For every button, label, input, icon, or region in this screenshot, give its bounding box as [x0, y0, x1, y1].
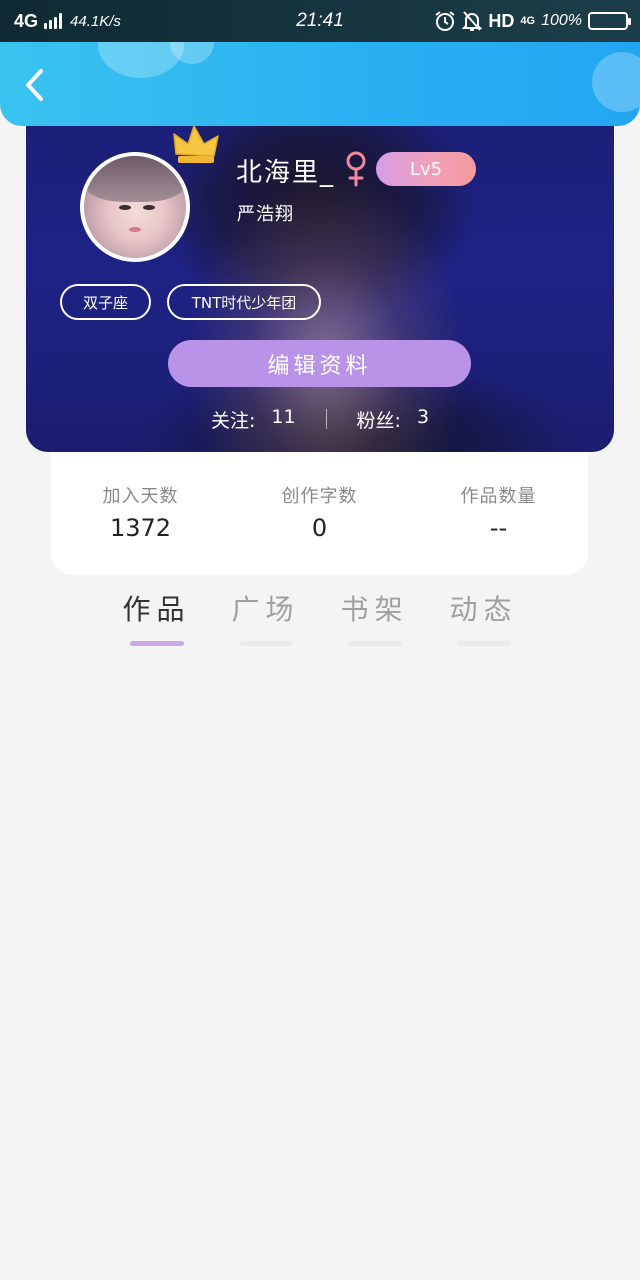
following-label: 关注: [210, 409, 256, 432]
followers-label: 粉丝: [356, 409, 401, 432]
tab-label: 书架 [340, 593, 409, 626]
tab-indicator [347, 641, 402, 646]
tab-indicator [456, 641, 511, 646]
tab-label: 作品 [122, 593, 191, 626]
status-bar: 4G 44.1K/s 21:41 HD 4G 100% [0, 0, 640, 42]
signal-icon [44, 13, 63, 29]
following-link[interactable]: 关注: 11 [211, 406, 296, 433]
tab-works[interactable]: 作品 [102, 588, 211, 658]
avatar[interactable] [80, 152, 190, 262]
tag-zodiac[interactable]: 双子座 [60, 284, 151, 320]
network-type: 4G [14, 10, 39, 31]
tab-label: 广场 [231, 593, 300, 626]
tab-label: 动态 [449, 593, 518, 626]
stat-label: 加入天数 [102, 486, 179, 507]
stat-label: 作品数量 [460, 486, 537, 507]
back-button[interactable] [18, 68, 52, 102]
sub-network-type: 4G [520, 15, 536, 27]
stat-label: 创作字数 [281, 486, 358, 507]
tag-group[interactable]: TNT时代少年团 [167, 284, 321, 320]
stat-word-count: 创作字数 0 [240, 482, 400, 575]
stat-value: -- [489, 514, 508, 542]
tab-bookshelf[interactable]: 书架 [320, 588, 429, 658]
app-header [0, 42, 640, 126]
followers-link[interactable]: 粉丝: 3 [357, 406, 430, 433]
following-count: 11 [271, 405, 296, 428]
chevron-left-icon [26, 69, 43, 101]
level-badge: Lv5 [376, 152, 476, 186]
battery-percentage: 100% [541, 12, 582, 29]
status-bar-right: HD 4G 100% [434, 10, 631, 32]
alarm-icon [435, 11, 455, 31]
signature: 严浩翔 [237, 204, 294, 225]
profile-card: 北海里_ Lv5 严浩翔 双子座 TNT时代少年团 编辑资料 关注: 11 粉丝… [26, 110, 614, 452]
status-bar-left: 4G 44.1K/s [14, 11, 121, 32]
bell-off-icon [462, 11, 483, 31]
stat-works-count: 作品数量 -- [419, 482, 579, 575]
tab-indicator [129, 641, 184, 646]
stat-value: 0 [311, 514, 328, 542]
divider [325, 409, 327, 429]
tab-activity[interactable]: 动态 [429, 588, 538, 658]
stats-card: 加入天数 1372 创作字数 0 作品数量 -- [51, 452, 588, 575]
battery-icon [588, 12, 631, 30]
tab-indicator [238, 641, 293, 646]
followers-count: 3 [416, 405, 430, 428]
edit-profile-button[interactable]: 编辑资料 [168, 340, 471, 387]
network-speed: 44.1K/s [70, 12, 121, 30]
tab-content-area [0, 660, 640, 1280]
decorative-bubble [592, 52, 640, 112]
nickname: 北海里_ [236, 158, 336, 188]
stat-join-days: 加入天数 1372 [61, 482, 221, 575]
hd-indicator: HD [488, 10, 515, 31]
tab-square[interactable]: 广场 [211, 588, 320, 658]
follow-stats: 关注: 11 粉丝: 3 [26, 404, 614, 434]
crown-icon [173, 125, 219, 163]
female-icon [346, 151, 366, 187]
stat-value: 1372 [109, 514, 172, 542]
profile-tabs: 作品 广场 书架 动态 [102, 588, 538, 658]
